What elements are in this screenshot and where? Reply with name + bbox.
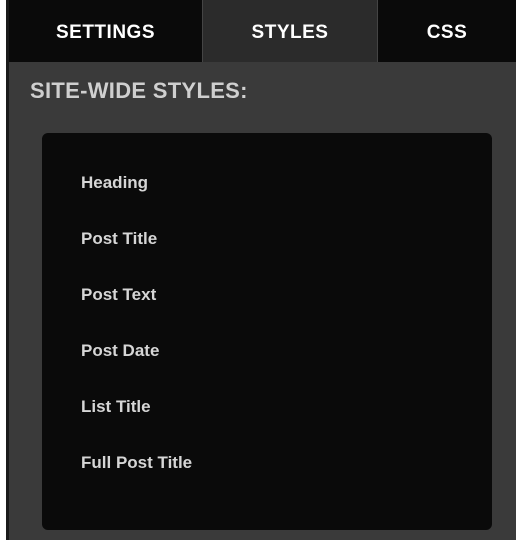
tab-css[interactable]: CSS	[378, 0, 516, 62]
style-item-list-title[interactable]: List Title	[81, 397, 151, 417]
left-edge	[0, 0, 9, 540]
section-title: SITE-WIDE STYLES:	[30, 78, 248, 103]
style-item-heading[interactable]: Heading	[81, 173, 148, 193]
tab-bar: SETTINGS STYLES CSS	[9, 0, 516, 62]
style-item-full-post-title[interactable]: Full Post Title	[81, 453, 192, 473]
tab-settings[interactable]: SETTINGS	[9, 0, 202, 62]
style-item-post-date[interactable]: Post Date	[81, 341, 159, 361]
style-item-post-title[interactable]: Post Title	[81, 229, 157, 249]
styles-panel: SETTINGS STYLES CSS SITE-WIDE STYLES: He…	[9, 0, 516, 540]
tab-styles[interactable]: STYLES	[202, 0, 378, 62]
style-item-post-text[interactable]: Post Text	[81, 285, 156, 305]
style-list-box: Heading Post Title Post Text Post Date L…	[42, 133, 492, 530]
